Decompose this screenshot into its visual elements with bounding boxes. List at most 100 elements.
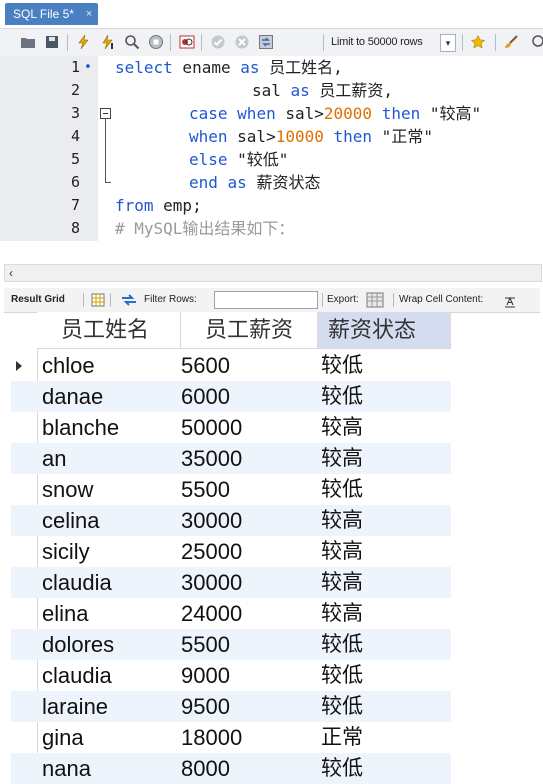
table-cell[interactable]: 较高 [321,567,363,598]
table-cell[interactable]: blanche [42,412,119,443]
table-cell[interactable]: 较高 [321,598,363,629]
grid-view-icon[interactable] [91,293,105,307]
table-cell[interactable]: an [42,443,66,474]
table-cell[interactable]: 较低 [321,691,363,722]
table-cell[interactable]: claudia [42,660,112,691]
table-row[interactable]: gina 18000 正常 [11,722,451,753]
table-cell[interactable]: 较高 [321,443,363,474]
table-row[interactable]: laraine 9500 较低 [11,691,451,722]
table-row[interactable]: sicily 25000 较高 [11,536,451,567]
table-cell[interactable]: 较低 [321,474,363,505]
folder-icon[interactable] [20,34,36,50]
table-cell[interactable]: 较高 [321,536,363,567]
table-row[interactable]: danae 6000 较低 [11,381,451,412]
column-header[interactable]: 薪资状态 [318,312,451,349]
star-icon[interactable] [470,34,486,50]
table-cell[interactable]: 较低 [321,381,363,412]
table-cell[interactable]: 30000 [181,567,242,598]
table-cell[interactable]: 正常 [321,722,363,753]
table-row[interactable]: claudia 30000 较高 [11,567,451,598]
table-cell[interactable]: chloe [42,350,95,381]
toggle-icon[interactable] [179,34,195,50]
close-icon[interactable]: × [86,3,92,25]
brush-icon[interactable] [503,34,519,50]
table-cell[interactable]: 5500 [181,474,230,505]
table-row[interactable]: chloe 5600 较低 [11,350,451,381]
table-cell[interactable]: 较低 [321,660,363,691]
magnifier-icon[interactable] [124,34,140,50]
table-cell[interactable]: gina [42,722,84,753]
sql-editor-toolbar: Limit to 50000 rows ▾ [0,28,543,57]
table-cell[interactable]: snow [42,474,93,505]
table-cell[interactable]: 35000 [181,443,242,474]
rollback-icon[interactable] [234,34,250,50]
code-line: 4 when sal>10000 then "正常" [0,125,543,148]
comment: # MySQL输出结果如下： [115,219,295,238]
table-cell[interactable]: 较低 [321,350,363,381]
editor-tab-bar: SQL File 5* × [0,0,543,28]
fold-toggle-icon[interactable] [100,108,111,119]
stop-icon[interactable] [148,34,164,50]
table-cell[interactable]: 6000 [181,381,230,412]
chevron-down-icon[interactable]: ▾ [440,34,456,52]
table-cell[interactable]: danae [42,381,103,412]
refresh-icon[interactable] [120,293,138,307]
table-row[interactable]: snow 5500 较低 [11,474,451,505]
table-cell[interactable]: nana [42,753,91,784]
table-row[interactable]: elina 24000 较高 [11,598,451,629]
table-cell[interactable]: 5600 [181,350,230,381]
table-cell[interactable]: 8000 [181,753,230,784]
table-cell[interactable]: 24000 [181,598,242,629]
save-icon[interactable] [44,34,60,50]
table-cell[interactable]: 5500 [181,629,230,660]
table-row[interactable]: claudia 9000 较低 [11,660,451,691]
table-cell[interactable]: elina [42,598,88,629]
table-cell[interactable]: 较低 [321,629,363,660]
lightning-cursor-icon[interactable] [100,34,116,50]
autocommit-icon[interactable] [258,34,274,50]
export-icon[interactable] [366,292,384,308]
lightning-icon[interactable] [76,34,92,50]
limit-rows-select[interactable]: Limit to 50000 rows [331,33,423,52]
search-icon[interactable] [530,34,543,50]
table-cell[interactable]: 30000 [181,505,242,536]
keyword: from [115,196,154,215]
code-text: emp; [153,196,202,215]
scroll-left-icon[interactable]: ‹ [9,265,13,281]
table-cell[interactable]: 9000 [181,660,230,691]
table-row[interactable]: dolores 5500 较低 [11,629,451,660]
column-header[interactable]: 员工薪资 [181,312,318,349]
keyword: as [290,81,310,100]
table-cell[interactable]: dolores [42,629,114,660]
table-cell[interactable]: sicily [42,536,90,567]
table-cell[interactable]: 9500 [181,691,230,722]
table-cell[interactable]: 50000 [181,412,242,443]
string-literal: "较低" [227,150,289,169]
commit-icon[interactable] [210,34,226,50]
sql-code-editor[interactable]: 1 • select ename as 员工姓名, 2 sal as 员工薪资,… [0,56,543,241]
table-row[interactable]: blanche 50000 较高 [11,412,451,443]
result-grid-label[interactable]: Result Grid [11,288,65,312]
table-cell[interactable]: 25000 [181,536,242,567]
keyword: then [381,104,421,123]
horizontal-scrollbar[interactable]: ‹ [4,264,542,282]
column-header[interactable]: 员工姓名 [37,312,181,349]
table-cell[interactable]: 较高 [321,505,363,536]
filter-rows-input[interactable] [214,291,318,309]
code-text: 员工姓名, [259,58,343,77]
table-row[interactable]: nana 8000 较低 [11,753,451,784]
table-cell[interactable]: 较低 [321,753,363,784]
table-cell[interactable]: 较高 [321,412,363,443]
table-row[interactable]: an 35000 较高 [11,443,451,474]
wrap-text-icon[interactable] [504,294,516,308]
table-row[interactable]: celina 30000 较高 [11,505,451,536]
table-cell[interactable]: claudia [42,567,112,598]
toolbar-separator [110,293,111,307]
tab-sql-file[interactable]: SQL File 5* × [5,3,99,25]
toolbar-separator [393,293,394,307]
table-cell[interactable]: laraine [42,691,108,722]
toolbar-separator [83,293,84,307]
table-cell[interactable]: celina [42,505,99,536]
toolbar-separator [495,34,496,51]
table-cell[interactable]: 18000 [181,722,242,753]
